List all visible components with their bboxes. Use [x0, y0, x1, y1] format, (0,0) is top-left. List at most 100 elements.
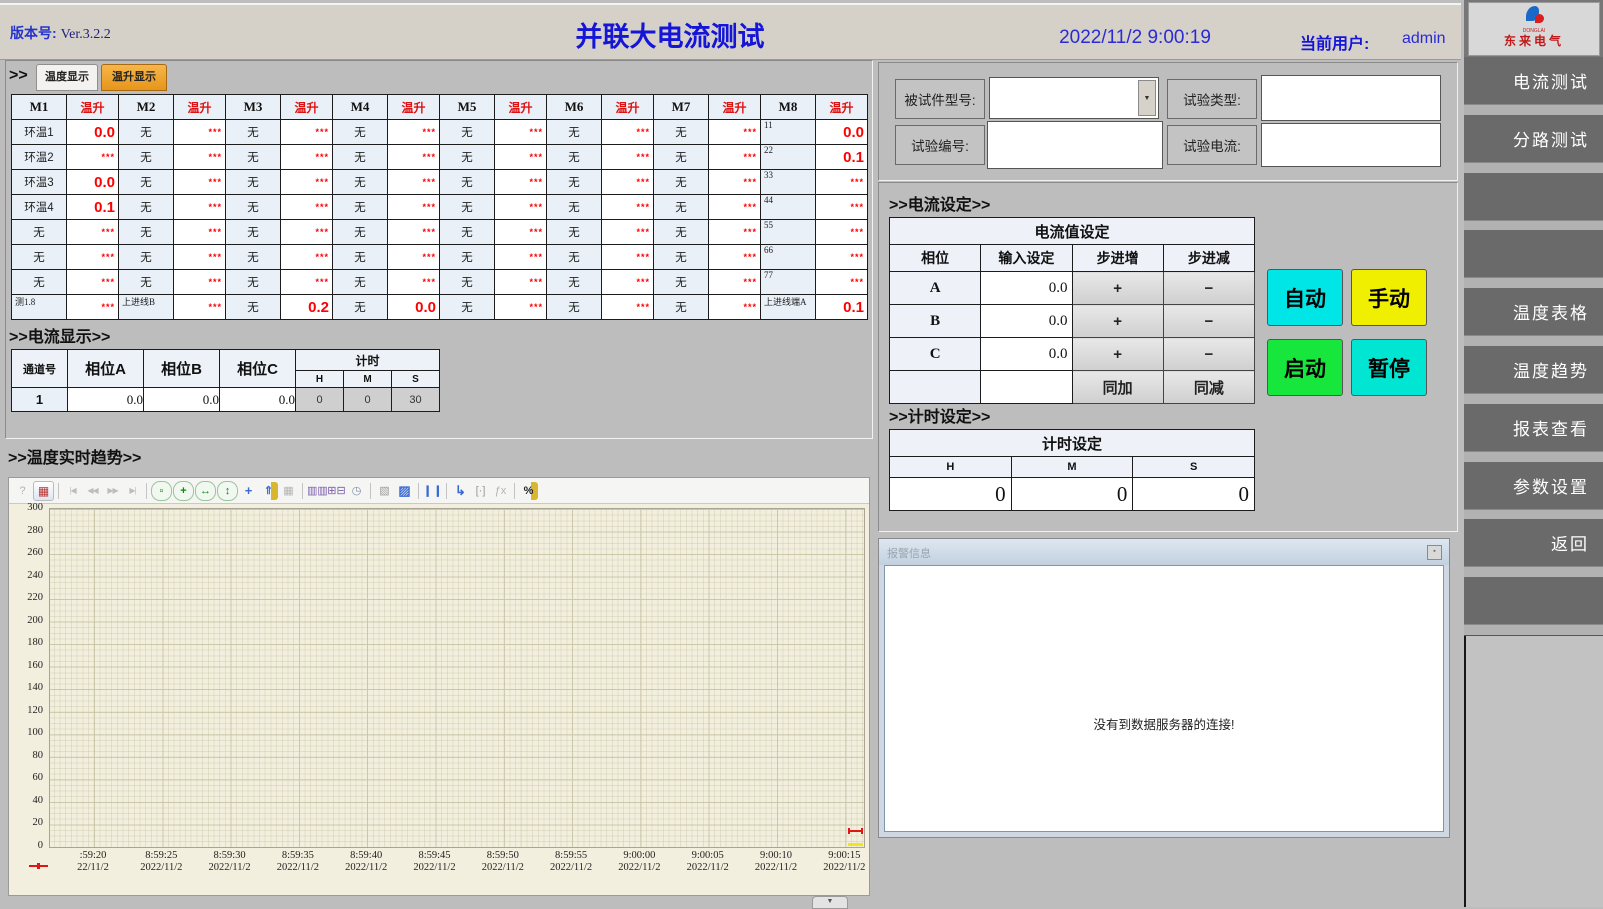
channel-cell: 无	[654, 170, 709, 195]
timer-h-input[interactable]: 0	[890, 478, 1012, 511]
nav-blank-1[interactable]	[1464, 173, 1603, 220]
temp-table-row: 无***无***无***无***无***无***无***77***	[12, 270, 868, 295]
channel-cell: 无	[654, 145, 709, 170]
device-model-select-dropdown-button[interactable]: ▼	[1138, 80, 1156, 116]
export-left-icon[interactable]: ▧	[375, 482, 394, 500]
percent-scale-icon[interactable]: %	[519, 482, 538, 500]
nav-temp-table[interactable]: 温度表格	[1464, 288, 1603, 335]
export-right-icon[interactable]: ▨	[395, 482, 414, 500]
step-inc-c-button[interactable]: +	[1072, 338, 1163, 371]
temp-value-cell: ***	[281, 170, 333, 195]
first-page-icon[interactable]: |◀	[63, 482, 82, 500]
nav-branch-test[interactable]: 分路测试	[1464, 115, 1603, 162]
fx-icon[interactable]: ƒx	[491, 482, 510, 500]
temp-value-cell: ***	[709, 245, 761, 270]
all-decrease-button[interactable]: 同减	[1163, 371, 1254, 404]
nav-param-settings[interactable]: 参数设置	[1464, 462, 1603, 509]
toolbar-separator	[370, 483, 371, 499]
zoom-box-icon[interactable]: ▫	[151, 481, 172, 501]
nav-blank-2[interactable]	[1464, 230, 1603, 277]
timer-s-input[interactable]: 0	[1133, 478, 1255, 511]
channel-cell: 无	[333, 145, 388, 170]
help-icon[interactable]: ?	[13, 482, 32, 500]
current-set-table-title: 电流值设定	[890, 218, 1255, 245]
channel-cell: 无	[119, 270, 174, 295]
y-axis-label: 220	[9, 592, 43, 603]
channel-cell: 测1.8	[12, 295, 67, 320]
all-increase-button[interactable]: 同加	[1072, 371, 1163, 404]
data-view-icon[interactable]: ▦	[33, 481, 54, 501]
col-phase-a: 相位A	[68, 350, 144, 388]
col-phase-b: 相位B	[144, 350, 220, 388]
channel-cell: 无	[654, 195, 709, 220]
timer-m-input[interactable]: 0	[1011, 478, 1133, 511]
chart-scroll-down-button[interactable]: ▼	[812, 896, 848, 909]
channel-cell: 无	[547, 220, 602, 245]
start-button[interactable]: 启动	[1267, 339, 1343, 396]
alarm-panel-header: 报警信息 ▪	[879, 539, 1449, 565]
rewind-icon[interactable]: ◀◀	[83, 482, 102, 500]
temp-table-row: 环温30.0无***无***无***无***无***无***33***	[12, 170, 868, 195]
y-axis-label: 120	[9, 705, 43, 716]
temp-value-cell: ***	[67, 270, 119, 295]
tab-temp-rise-display[interactable]: 温升显示	[101, 64, 167, 91]
current-set-title: >>电流设定>>	[889, 191, 990, 215]
pan-icon[interactable]: +	[239, 482, 258, 500]
bounds-icon[interactable]: [·]	[471, 482, 490, 500]
grid-icon[interactable]: ▦	[279, 482, 298, 500]
channel-cell: 无	[226, 270, 281, 295]
compress-icon[interactable]: ↳	[451, 482, 470, 500]
forward-icon[interactable]: ▶▶	[103, 482, 122, 500]
series-legend-marker	[29, 865, 48, 867]
trend-plot[interactable]	[49, 508, 865, 848]
zoom-horizontal-icon[interactable]: ↔	[195, 481, 216, 501]
scale-axis-icon[interactable]: ⇑	[259, 482, 278, 500]
nav-return[interactable]: 返回	[1464, 519, 1603, 566]
add-remove-icon[interactable]: ⊞⊟	[327, 482, 346, 500]
step-dec-c-button[interactable]: −	[1163, 338, 1254, 371]
auto-button[interactable]: 自动	[1267, 269, 1343, 326]
step-dec-a-button[interactable]: −	[1163, 272, 1254, 305]
zoom-vertical-icon[interactable]: ↕	[217, 481, 238, 501]
clock-datetime: 2022/11/2 9:00:19	[1020, 27, 1250, 49]
temp-value-cell: 0.0	[816, 120, 868, 145]
temp-value-cell: 0.0	[67, 170, 119, 195]
alarm-popout-button[interactable]: ▪	[1427, 545, 1442, 560]
channel-cell: 33	[761, 170, 816, 195]
test-current-input[interactable]	[1261, 123, 1441, 167]
step-inc-a-button[interactable]: +	[1072, 272, 1163, 305]
zoom-in-icon[interactable]: +	[173, 481, 194, 501]
channel-cell: 无	[440, 220, 495, 245]
time-axis-icon[interactable]: ◷	[347, 482, 366, 500]
nav-report-view[interactable]: 报表查看	[1464, 404, 1603, 451]
pause-run-button[interactable]: 暂停	[1351, 339, 1427, 396]
temp-value-cell: ***	[174, 170, 226, 195]
cursor-pair-icon[interactable]: ▥▥	[307, 482, 326, 500]
phase-a-set-input[interactable]: 0.0	[981, 272, 1072, 305]
temp-value-cell: ***	[281, 220, 333, 245]
temp-value-cell: ***	[281, 270, 333, 295]
channel-cell: 无	[333, 245, 388, 270]
tab-temperature-display[interactable]: 温度显示	[36, 64, 98, 91]
nav-temp-trend[interactable]: 温度趋势	[1464, 346, 1603, 393]
channel-cell: 环温1	[12, 120, 67, 145]
device-model-select[interactable]: ▼	[989, 77, 1159, 119]
channel-cell: 无	[333, 120, 388, 145]
nav-current-test[interactable]: 电流测试	[1464, 57, 1603, 104]
phase-b-set-input[interactable]: 0.0	[981, 305, 1072, 338]
temp-value-cell: ***	[281, 145, 333, 170]
channel-cell: 无	[226, 195, 281, 220]
step-inc-b-button[interactable]: +	[1072, 305, 1163, 338]
test-number-input[interactable]	[987, 121, 1163, 169]
step-dec-b-button[interactable]: −	[1163, 305, 1254, 338]
channel-cell: 无	[119, 170, 174, 195]
toolbar-separator	[302, 483, 303, 499]
pause-icon[interactable]: ❙❙	[423, 482, 442, 500]
phase-c-set-input[interactable]: 0.0	[981, 338, 1072, 371]
nav-blank-3[interactable]	[1464, 577, 1603, 624]
temp-value-cell: ***	[709, 195, 761, 220]
test-type-input[interactable]	[1261, 75, 1441, 121]
manual-button[interactable]: 手动	[1351, 269, 1427, 326]
last-page-icon[interactable]: ▶|	[123, 482, 142, 500]
temp-value-cell: ***	[602, 270, 654, 295]
